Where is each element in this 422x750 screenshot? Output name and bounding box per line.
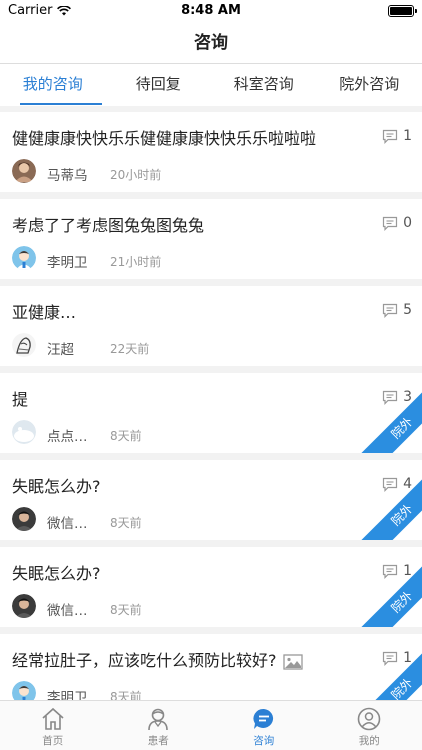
question-title-text: 经常拉肚子，应该吃什么预防比较好? xyxy=(12,651,277,670)
patient-icon xyxy=(148,708,169,731)
question-card[interactable]: 提 3 点点… 8天前 院外 xyxy=(0,373,422,453)
question-title: 经常拉肚子，应该吃什么预防比较好? xyxy=(12,647,362,671)
question-card[interactable]: 失眠怎么办? 1 微信… 8天前 院外 xyxy=(0,547,422,627)
tabbar-patients[interactable]: 患者 xyxy=(106,701,212,750)
tabbar-home-label: 首页 xyxy=(42,735,64,747)
image-icon xyxy=(282,653,303,670)
post-time: 21小时前 xyxy=(110,255,162,269)
home-icon xyxy=(42,707,64,730)
author-name: 汪超 xyxy=(47,342,74,358)
tab-pending-reply[interactable]: 待回复 xyxy=(106,64,212,106)
bottom-tab-bar: 首页 患者 咨询 我的 xyxy=(0,700,422,750)
tab-department-consult[interactable]: 科室咨询 xyxy=(211,64,317,106)
reply-count: 1 xyxy=(382,563,412,579)
author-name: 微信… xyxy=(47,516,88,532)
battery-icon xyxy=(388,5,414,17)
author-name: 李明卫 xyxy=(47,255,88,271)
tabbar-consult[interactable]: 咨询 xyxy=(211,701,317,750)
nav-bar: 咨询 xyxy=(0,22,422,64)
user-icon xyxy=(357,707,381,731)
comment-icon xyxy=(382,303,398,318)
reply-count: 5 xyxy=(382,302,412,318)
tab-my-consult[interactable]: 我的咨询 xyxy=(0,64,106,106)
reply-count: 1 xyxy=(382,128,412,144)
avatar xyxy=(12,420,36,444)
tabbar-patients-label: 患者 xyxy=(147,735,169,747)
question-card[interactable]: 健健康康快快乐乐健健康康快快乐乐啦啦啦 1 马蒂乌 20小时前 xyxy=(0,112,422,192)
clock: 8:48 AM xyxy=(181,3,241,18)
reply-count: 1 xyxy=(382,650,412,666)
question-card[interactable]: 考虑了了考虑图兔兔图兔兔 0 李明卫 21小时前 xyxy=(0,199,422,279)
page-title: 咨询 xyxy=(194,33,228,53)
reply-count: 0 xyxy=(382,215,412,231)
reply-count: 4 xyxy=(382,476,412,492)
comment-icon xyxy=(382,216,398,231)
avatar xyxy=(12,507,36,531)
reply-count: 3 xyxy=(382,389,412,405)
question-card[interactable]: 失眠怎么办? 4 微信… 8天前 院外 xyxy=(0,460,422,540)
question-title: 失眠怎么办? xyxy=(12,564,101,583)
avatar xyxy=(12,246,36,270)
chat-icon xyxy=(253,708,273,729)
reply-count-value: 0 xyxy=(403,215,412,231)
post-time: 22天前 xyxy=(110,342,150,356)
post-time: 8天前 xyxy=(110,603,142,617)
avatar xyxy=(12,333,36,357)
tabbar-home[interactable]: 首页 xyxy=(0,701,106,750)
comment-icon xyxy=(382,477,398,492)
post-time: 20小时前 xyxy=(110,168,162,182)
question-list: 健健康康快快乐乐健健康康快快乐乐啦啦啦 1 马蒂乌 20小时前 考虑了了考虑图兔… xyxy=(0,112,422,721)
avatar xyxy=(12,159,36,183)
comment-icon xyxy=(382,564,398,579)
tab-external-consult[interactable]: 院外咨询 xyxy=(317,64,422,106)
question-card[interactable]: 亚健康… 5 汪超 22天前 xyxy=(0,286,422,366)
question-title: 考虑了了考虑图兔兔图兔兔 xyxy=(12,216,205,235)
avatar xyxy=(12,594,36,618)
comment-icon xyxy=(382,129,398,144)
question-title: 失眠怎么办? xyxy=(12,477,101,496)
reply-count-value: 1 xyxy=(403,128,412,144)
question-title: 提 xyxy=(12,390,29,409)
reply-count-value: 5 xyxy=(403,302,412,318)
author-name: 点点… xyxy=(47,429,88,445)
author-name: 马蒂乌 xyxy=(47,168,88,184)
screen: Carrier 8:48 AM 咨询 我的咨询 待回复 科室咨询 院外咨询 健健… xyxy=(0,0,422,750)
author-name: 微信… xyxy=(47,603,88,619)
segment-tabs: 我的咨询 待回复 科室咨询 院外咨询 xyxy=(0,64,422,106)
tabbar-consult-label: 咨询 xyxy=(253,735,275,747)
comment-icon xyxy=(382,651,398,666)
tabbar-mine[interactable]: 我的 xyxy=(317,701,422,750)
tabbar-mine-label: 我的 xyxy=(358,735,380,747)
post-time: 8天前 xyxy=(110,516,142,530)
question-title: 健健康康快快乐乐健健康康快快乐乐啦啦啦 xyxy=(12,129,317,148)
comment-icon xyxy=(382,390,398,405)
post-time: 8天前 xyxy=(110,429,142,443)
status-bar: Carrier 8:48 AM xyxy=(0,0,422,22)
question-title: 亚健康… xyxy=(12,303,77,322)
